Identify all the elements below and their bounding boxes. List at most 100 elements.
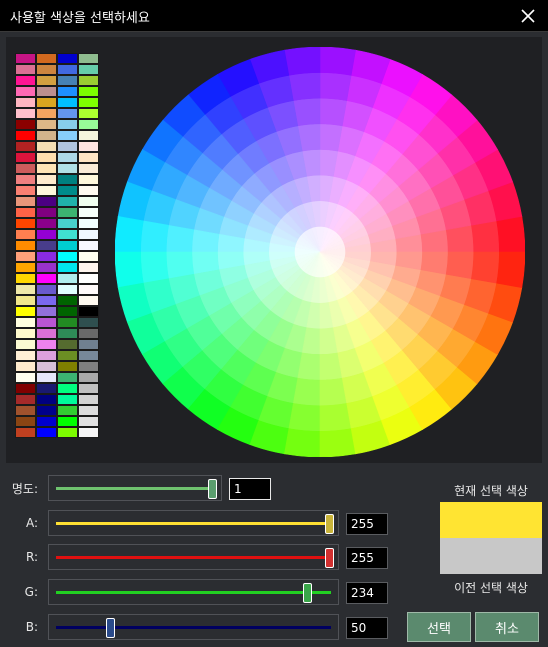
palette-swatch[interactable] — [36, 152, 57, 163]
palette-swatch[interactable] — [15, 218, 36, 229]
palette-swatch[interactable] — [78, 306, 99, 317]
palette-swatch[interactable] — [57, 97, 78, 108]
color-wheel-segment[interactable] — [471, 251, 500, 284]
palette-swatch[interactable] — [36, 218, 57, 229]
select-button[interactable]: 선택 — [407, 612, 471, 642]
palette-swatch[interactable] — [36, 306, 57, 317]
palette-swatch[interactable] — [36, 405, 57, 416]
palette-swatch[interactable] — [57, 207, 78, 218]
palette-swatch[interactable] — [57, 339, 78, 350]
palette-swatch[interactable] — [78, 372, 99, 383]
color-wheel-segment[interactable] — [445, 251, 475, 280]
palette-swatch[interactable] — [15, 196, 36, 207]
palette-swatch[interactable] — [57, 383, 78, 394]
palette-swatch[interactable] — [78, 86, 99, 97]
color-wheel-segment[interactable] — [292, 377, 321, 407]
palette-swatch[interactable] — [36, 196, 57, 207]
palette-swatch[interactable] — [78, 97, 99, 108]
palette-swatch[interactable] — [57, 251, 78, 262]
palette-swatch[interactable] — [36, 64, 57, 75]
palette-swatch[interactable] — [57, 141, 78, 152]
palette-swatch[interactable] — [15, 361, 36, 372]
palette-swatch[interactable] — [36, 185, 57, 196]
palette-swatch[interactable] — [78, 152, 99, 163]
palette-swatch[interactable] — [78, 383, 99, 394]
blue-value-field[interactable]: 50 — [346, 617, 388, 639]
palette-swatch[interactable] — [57, 53, 78, 64]
palette-swatch[interactable] — [15, 75, 36, 86]
palette-swatch[interactable] — [15, 64, 36, 75]
palette-swatch[interactable] — [78, 361, 99, 372]
palette-swatch[interactable] — [15, 262, 36, 273]
palette-swatch[interactable] — [36, 383, 57, 394]
color-wheel-segment[interactable] — [284, 47, 321, 76]
palette-swatch[interactable] — [15, 97, 36, 108]
palette-swatch[interactable] — [36, 119, 57, 130]
palette-swatch[interactable] — [78, 240, 99, 251]
palette-swatch[interactable] — [36, 284, 57, 295]
palette-swatch[interactable] — [78, 339, 99, 350]
color-wheel-segment[interactable] — [471, 220, 500, 253]
palette-swatch[interactable] — [15, 207, 36, 218]
palette-swatch[interactable] — [57, 284, 78, 295]
palette-swatch[interactable] — [36, 108, 57, 119]
color-wheel-segment[interactable] — [496, 251, 525, 288]
color-wheel-segment[interactable] — [288, 72, 321, 101]
palette-swatch[interactable] — [78, 75, 99, 86]
palette-swatch[interactable] — [15, 119, 36, 130]
palette-swatch[interactable] — [15, 141, 36, 152]
palette-swatch[interactable] — [36, 207, 57, 218]
palette-swatch[interactable] — [36, 262, 57, 273]
palette-swatch[interactable] — [78, 284, 99, 295]
palette-swatch[interactable] — [15, 405, 36, 416]
palette-swatch[interactable] — [78, 317, 99, 328]
palette-swatch[interactable] — [36, 75, 57, 86]
palette-swatch[interactable] — [36, 53, 57, 64]
palette-swatch[interactable] — [15, 163, 36, 174]
palette-swatch[interactable] — [15, 306, 36, 317]
color-wheel-segment[interactable] — [284, 428, 321, 457]
palette-swatch[interactable] — [78, 295, 99, 306]
palette-swatch[interactable] — [15, 416, 36, 427]
green-slider[interactable] — [48, 579, 339, 605]
palette-swatch[interactable] — [15, 383, 36, 394]
palette-swatch[interactable] — [15, 339, 36, 350]
palette-swatch[interactable] — [57, 185, 78, 196]
close-button[interactable] — [516, 4, 540, 28]
color-wheel-segment[interactable] — [165, 224, 195, 253]
palette-swatch[interactable] — [57, 416, 78, 427]
palette-swatch[interactable] — [78, 427, 99, 438]
green-slider-thumb[interactable] — [302, 583, 312, 603]
brightness-slider-thumb[interactable] — [208, 479, 217, 499]
color-wheel-segment[interactable] — [319, 428, 356, 457]
palette-swatch[interactable] — [57, 350, 78, 361]
color-wheel[interactable] — [115, 47, 525, 457]
palette-swatch[interactable] — [78, 251, 99, 262]
palette-swatch[interactable] — [78, 119, 99, 130]
palette-swatch[interactable] — [57, 130, 78, 141]
palette-swatch[interactable] — [78, 53, 99, 64]
palette-swatch[interactable] — [36, 273, 57, 284]
palette-swatch[interactable] — [78, 130, 99, 141]
palette-swatch[interactable] — [36, 416, 57, 427]
palette-swatch[interactable] — [78, 328, 99, 339]
palette-swatch[interactable] — [57, 372, 78, 383]
palette-swatch[interactable] — [78, 141, 99, 152]
blue-slider[interactable] — [48, 614, 339, 640]
palette-swatch[interactable] — [36, 163, 57, 174]
palette-swatch[interactable] — [15, 152, 36, 163]
palette-swatch[interactable] — [57, 240, 78, 251]
palette-swatch[interactable] — [57, 427, 78, 438]
palette-swatch[interactable] — [15, 350, 36, 361]
palette-swatch[interactable] — [36, 427, 57, 438]
color-wheel-segment[interactable] — [288, 403, 321, 432]
palette-swatch[interactable] — [36, 339, 57, 350]
palette-swatch[interactable] — [57, 361, 78, 372]
palette-swatch[interactable] — [57, 317, 78, 328]
palette-swatch[interactable] — [57, 328, 78, 339]
palette-swatch[interactable] — [15, 185, 36, 196]
alpha-value-field[interactable]: 255 — [346, 513, 388, 535]
palette-swatch[interactable] — [78, 405, 99, 416]
palette-swatch[interactable] — [15, 427, 36, 438]
palette-swatch[interactable] — [57, 152, 78, 163]
